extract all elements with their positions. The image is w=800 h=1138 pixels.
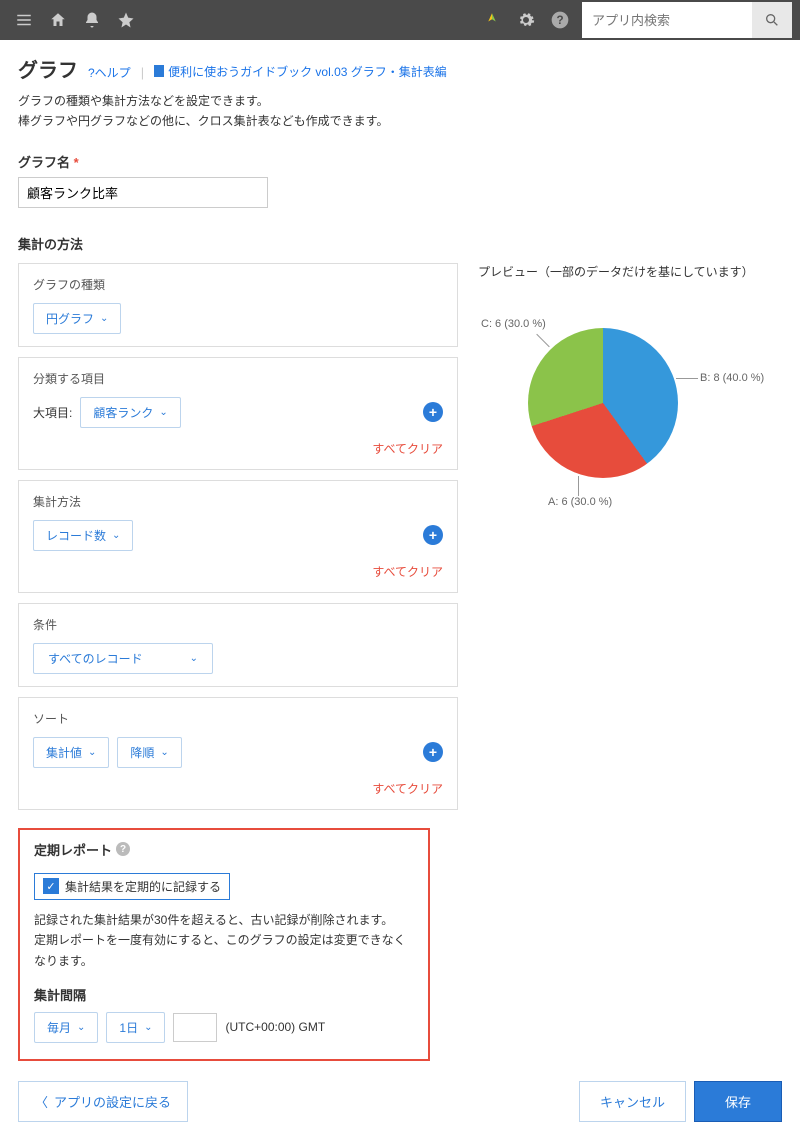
clear-sort-link[interactable]: すべてクリア xyxy=(33,780,443,797)
preview-label: プレビュー（一部のデータだけを基にしています） xyxy=(478,263,782,280)
save-button[interactable]: 保存 xyxy=(694,1081,782,1122)
star-icon[interactable] xyxy=(110,4,142,36)
topbar: ? xyxy=(0,0,800,40)
interval-label: 集計間隔 xyxy=(34,985,414,1004)
note-line: 記録された集計結果が30件を超えると、古い記録が削除されます。 xyxy=(34,910,414,930)
chevron-down-icon: ⌄ xyxy=(100,313,108,324)
interval-time-input[interactable] xyxy=(173,1013,217,1042)
pie-label-b: B: 8 (40.0 %) xyxy=(700,372,764,384)
chevron-down-icon: ⌄ xyxy=(190,653,198,664)
back-button[interactable]: 〈アプリの設定に戻る xyxy=(18,1081,188,1122)
graph-name-input[interactable] xyxy=(18,177,268,208)
chevron-down-icon: ⌄ xyxy=(160,747,168,758)
home-icon[interactable] xyxy=(42,4,74,36)
note-line: 定期レポートを一度有効にすると、このグラフの設定は変更できなくなります。 xyxy=(34,930,414,971)
condition-panel: 条件 すべてのレコード⌄ xyxy=(18,603,458,687)
checkbox-icon: ✓ xyxy=(43,878,59,894)
pie-chart: B: 8 (40.0 %) A: 6 (30.0 %) C: 6 (30.0 %… xyxy=(478,298,753,518)
pie-label-a: A: 6 (30.0 %) xyxy=(548,496,612,508)
chevron-down-icon: ⌄ xyxy=(144,1022,152,1033)
leaf-icon[interactable] xyxy=(476,4,508,36)
bell-icon[interactable] xyxy=(76,4,108,36)
add-grouping-button[interactable]: + xyxy=(423,402,443,422)
method-select[interactable]: レコード数⌄ xyxy=(33,520,133,551)
add-sort-button[interactable]: + xyxy=(423,742,443,762)
periodic-checkbox-row[interactable]: ✓ 集計結果を定期的に記録する xyxy=(34,873,230,900)
menu-icon[interactable] xyxy=(8,4,40,36)
graph-type-select[interactable]: 円グラフ⌄ xyxy=(33,303,121,334)
method-panel: 集計方法 レコード数⌄ + すべてクリア xyxy=(18,480,458,593)
aggregation-label: 集計の方法 xyxy=(18,234,782,253)
pie-label-c: C: 6 (30.0 %) xyxy=(481,318,546,330)
condition-select[interactable]: すべてのレコード⌄ xyxy=(33,643,213,674)
cancel-button[interactable]: キャンセル xyxy=(579,1081,686,1122)
chevron-down-icon: ⌄ xyxy=(159,407,167,418)
periodic-report-section: 定期レポート? ✓ 集計結果を定期的に記録する 記録された集計結果が30件を超え… xyxy=(18,828,430,1061)
guidebook-link[interactable]: 便利に使おうガイドブック vol.03 グラフ・集計表編 xyxy=(154,63,447,80)
gear-icon[interactable] xyxy=(510,4,542,36)
interval-day-select[interactable]: 1日⌄ xyxy=(106,1012,165,1043)
chevron-down-icon: ⌄ xyxy=(112,530,120,541)
interval-unit-select[interactable]: 毎月⌄ xyxy=(34,1012,98,1043)
book-icon xyxy=(154,65,164,77)
chevron-down-icon: ⌄ xyxy=(88,747,96,758)
chevron-down-icon: ⌄ xyxy=(77,1022,85,1033)
search-button[interactable] xyxy=(752,2,792,38)
description-line: 棒グラフや円グラフなどの他に、クロス集計表なども作成できます。 xyxy=(18,111,782,131)
help-link[interactable]: ?ヘルプ xyxy=(88,64,131,81)
grouping-select[interactable]: 顧客ランク⌄ xyxy=(80,397,180,428)
sort-panel: ソート 集計値⌄ 降順⌄ + すべてクリア xyxy=(18,697,458,810)
add-method-button[interactable]: + xyxy=(423,525,443,545)
grouping-panel: 分類する項目 大項目: 顧客ランク⌄ + すべてクリア xyxy=(18,357,458,470)
description-line: グラフの種類や集計方法などを設定できます。 xyxy=(18,91,782,111)
search-input[interactable] xyxy=(582,5,752,36)
report-label: 定期レポート xyxy=(34,840,112,859)
help-icon[interactable]: ? xyxy=(544,4,576,36)
sort-order-select[interactable]: 降順⌄ xyxy=(117,737,181,768)
chevron-left-icon: 〈 xyxy=(35,1092,48,1111)
timezone-label: (UTC+00:00) GMT xyxy=(225,1020,325,1034)
sort-field-select[interactable]: 集計値⌄ xyxy=(33,737,109,768)
svg-text:?: ? xyxy=(556,14,563,27)
graph-name-label: グラフ名 xyxy=(18,155,70,170)
page-title: グラフ xyxy=(18,54,78,83)
clear-grouping-link[interactable]: すべてクリア xyxy=(33,440,443,457)
graph-type-panel: グラフの種類 円グラフ⌄ xyxy=(18,263,458,347)
clear-method-link[interactable]: すべてクリア xyxy=(33,563,443,580)
help-icon[interactable]: ? xyxy=(116,842,130,856)
